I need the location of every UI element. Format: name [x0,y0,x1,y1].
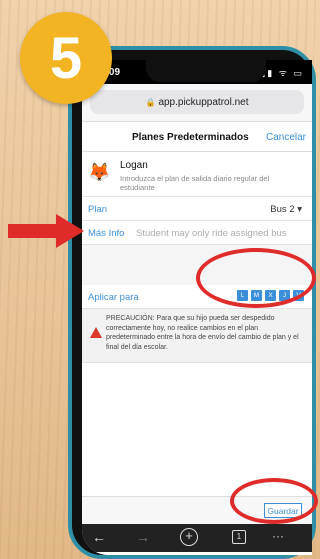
nav-bar: Planes Predeterminados Cancelar [82,122,312,152]
back-arrow-icon[interactable]: ← [92,529,106,545]
status-icons: ▮▮ ᯤ ▭ [260,68,304,78]
address-field[interactable]: 🔒 app.pickuppatrol.net [90,90,304,114]
more-icon[interactable]: ··· [272,529,284,543]
tabs-icon[interactable]: 1 [232,530,246,544]
student-description: Introduzca el plan de salida diario regu… [120,174,270,192]
lock-icon: 🔒 [145,97,156,107]
highlight-ring-days [196,248,316,308]
plan-select[interactable]: Bus 2 ▾ [270,204,302,215]
more-info-row[interactable]: Más Info Student may only ride assigned … [82,221,312,245]
plus-icon[interactable]: + [180,528,198,546]
more-info-input[interactable]: Student may only ride assigned bus [136,228,287,239]
red-arrow-icon [8,214,84,248]
browser-url-bar: 🔒 app.pickuppatrol.net [82,84,312,122]
url-text: app.pickuppatrol.net [158,96,249,108]
caution-text: PRECAUCIÓN: Para que su hijo pueda ser d… [106,315,299,351]
step-number: 5 [49,25,83,91]
plan-row[interactable]: Plan Bus 2 ▾ [82,197,312,221]
phone-notch [146,60,266,82]
browser-toolbar: ← → + 1 ··· [82,524,312,552]
highlight-ring-save [230,478,318,524]
chevron-down-icon: ▾ [297,204,302,215]
student-name: Logan [120,160,148,171]
more-info-label: Más Info [88,228,125,239]
cancel-button[interactable]: Cancelar [266,132,306,143]
fox-icon: 🦊 [88,162,111,182]
plan-label: Plan [88,204,108,215]
warning-icon [90,327,102,338]
apply-label: Aplicar para [88,292,139,303]
plan-value: Bus 2 [270,204,295,215]
forward-arrow-icon[interactable]: → [136,529,150,545]
student-card: 🦊 Logan Introduzca el plan de salida dia… [82,153,312,197]
step-badge: 5 [20,12,112,104]
page-title: Planes Predeterminados [132,132,249,143]
caution-box: PRECAUCIÓN: Para que su hijo pueda ser d… [82,309,312,363]
